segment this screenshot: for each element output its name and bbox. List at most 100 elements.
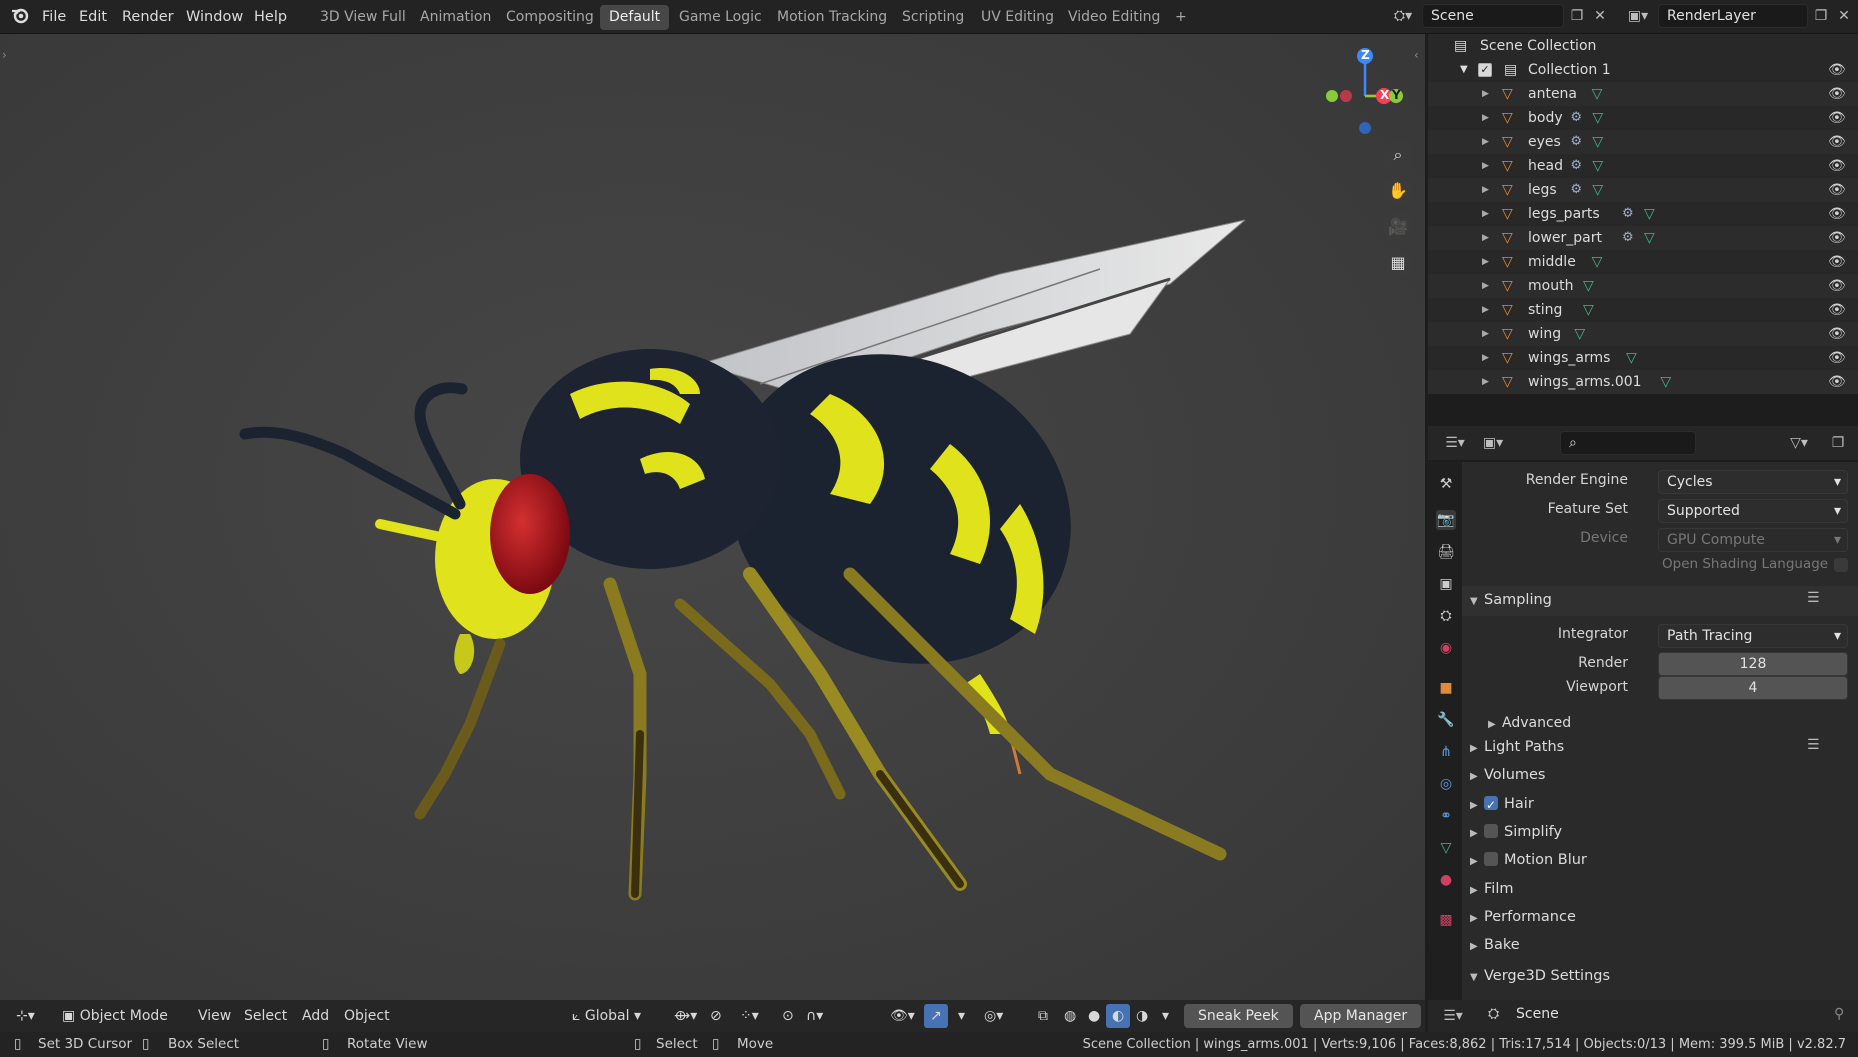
overlays-icon[interactable]: ◎▾ xyxy=(978,1004,1009,1028)
outliner-object-row[interactable]: ▶ ▽ legs_parts ⚙ ▽ 👁 xyxy=(1428,202,1858,226)
outliner-collection[interactable]: ▼ ✓ ▤ Collection 1 👁 xyxy=(1428,58,1858,82)
gizmo-dropdown-icon[interactable]: ▾ xyxy=(952,1004,971,1028)
menu-select[interactable]: Select xyxy=(238,1004,293,1028)
snap-target-icon[interactable]: ⁘▾ xyxy=(734,1004,765,1028)
tab-compositing[interactable]: Compositing xyxy=(497,5,603,30)
outliner-search-input[interactable]: ⌕ xyxy=(1560,431,1696,455)
constraints-tab-icon[interactable]: ⚭ xyxy=(1436,806,1456,826)
outliner-object-row[interactable]: ▶ ▽ eyes ⚙ ▽ 👁 xyxy=(1428,130,1858,154)
panel-header[interactable]: ▶ Volumes xyxy=(1470,763,1545,787)
modifier-icon[interactable]: ⚙ xyxy=(1570,106,1582,130)
mesh-data-icon[interactable]: ▽ xyxy=(1592,130,1603,154)
outliner-object-row[interactable]: ▶ ▽ head ⚙ ▽ 👁 xyxy=(1428,154,1858,178)
proportional-edit-icon[interactable]: ⊙ xyxy=(776,1004,800,1028)
integrator-dropdown[interactable]: Path Tracing ▾ xyxy=(1658,624,1848,648)
expand-arrow-icon[interactable]: ▼ xyxy=(1460,58,1468,82)
wireframe-shading-icon[interactable]: ◍ xyxy=(1058,1004,1082,1028)
eye-icon[interactable]: 👁 xyxy=(1828,250,1846,274)
physics-tab-icon[interactable]: ◎ xyxy=(1436,774,1456,794)
shading-dropdown-icon[interactable]: ▾ xyxy=(1156,1004,1175,1028)
feature-set-dropdown[interactable]: Supported ▾ xyxy=(1658,499,1848,523)
panel-header[interactable]: ▶ Simplify xyxy=(1470,820,1562,844)
menu-render[interactable]: Render xyxy=(122,6,174,28)
expand-arrow-icon[interactable]: ▶ xyxy=(1482,322,1489,346)
render-engine-dropdown[interactable]: Cycles ▾ xyxy=(1658,470,1848,494)
camera-view-icon[interactable]: 🎥 xyxy=(1383,212,1413,242)
expand-arrow-icon[interactable]: ▶ xyxy=(1482,178,1489,202)
new-scene-icon[interactable]: ❐ xyxy=(1566,4,1588,28)
scene-tab-icon[interactable]: ⛭ xyxy=(1436,606,1456,626)
outliner-object-row[interactable]: ▶ ▽ mouth ▽ 👁 xyxy=(1428,274,1858,298)
editor-type-icon[interactable]: ⊹▾ xyxy=(10,1004,41,1028)
view-layer-field[interactable]: RenderLayer xyxy=(1658,4,1808,28)
mesh-data-icon[interactable]: ▽ xyxy=(1644,202,1655,226)
eye-icon[interactable]: 👁 xyxy=(1828,154,1846,178)
eye-icon[interactable]: 👁 xyxy=(1828,298,1846,322)
rendered-shading-icon[interactable]: ◑ xyxy=(1130,1004,1154,1028)
mesh-data-icon[interactable]: ▽ xyxy=(1626,346,1637,370)
modifier-icon[interactable]: ⚙ xyxy=(1570,154,1582,178)
eye-icon[interactable]: 👁 xyxy=(1828,106,1846,130)
scene-icon[interactable]: ⛭▾ xyxy=(1388,4,1418,30)
expand-arrow-icon[interactable]: ▶ xyxy=(1482,370,1489,394)
pan-hand-icon[interactable]: ✋ xyxy=(1383,176,1413,206)
object-tab-icon[interactable]: ■ xyxy=(1436,678,1456,698)
menu-help[interactable]: Help xyxy=(254,6,287,28)
tab-game-logic[interactable]: Game Logic xyxy=(670,5,771,30)
eye-icon[interactable]: 👁 xyxy=(1828,322,1846,346)
sneak-peek-button[interactable]: Sneak Peek xyxy=(1184,1004,1293,1028)
add-workspace-button[interactable]: + xyxy=(1166,5,1196,30)
gizmo-toggle-icon[interactable]: ↗ xyxy=(924,1004,948,1028)
modifier-icon[interactable]: ⚙ xyxy=(1622,202,1634,226)
osl-checkbox[interactable] xyxy=(1834,558,1848,572)
device-dropdown[interactable]: GPU Compute ▾ xyxy=(1658,528,1848,552)
expand-arrow-icon[interactable]: ▶ xyxy=(1482,106,1489,130)
sampling-panel[interactable]: ▼ Sampling xyxy=(1470,588,1552,612)
menu-object[interactable]: Object xyxy=(338,1004,396,1028)
world-tab-icon[interactable]: ◉ xyxy=(1436,638,1456,658)
display-mode-icon[interactable]: ☰▾ xyxy=(1438,431,1472,455)
collection-checkbox[interactable]: ✓ xyxy=(1478,63,1492,77)
eye-icon[interactable]: 👁 xyxy=(1828,202,1846,226)
eye-icon[interactable]: 👁 xyxy=(1828,58,1846,82)
material-tab-icon[interactable]: ● xyxy=(1436,870,1456,890)
eye-icon[interactable]: 👁 xyxy=(1828,370,1846,394)
tab-video-editing[interactable]: Video Editing xyxy=(1059,5,1169,30)
panel-header[interactable]: ▶ Film xyxy=(1470,877,1513,901)
app-manager-button[interactable]: App Manager xyxy=(1300,1004,1422,1028)
outliner-object-row[interactable]: ▶ ▽ wing ▽ 👁 xyxy=(1428,322,1858,346)
menu-view[interactable]: View xyxy=(192,1004,237,1028)
ortho-grid-icon[interactable]: ▦ xyxy=(1383,248,1413,278)
render-tab-icon[interactable]: 📷 xyxy=(1436,510,1456,530)
snap-icon[interactable]: ⊘ xyxy=(704,1004,728,1028)
view-layer-tab-icon[interactable]: ▣ xyxy=(1436,574,1456,594)
modifier-icon[interactable]: ⚙ xyxy=(1622,226,1634,250)
view-layer-icon[interactable]: ▣▾ xyxy=(1620,4,1656,30)
expand-arrow-icon[interactable]: ▶ xyxy=(1482,250,1489,274)
panel-checkbox[interactable] xyxy=(1484,823,1498,838)
material-shading-icon[interactable]: ◐ xyxy=(1106,1004,1131,1028)
menu-add[interactable]: Add xyxy=(296,1004,335,1028)
expand-arrow-icon[interactable]: ▶ xyxy=(1482,154,1489,178)
visibility-icon[interactable]: 👁▾ xyxy=(884,1004,921,1028)
mesh-data-icon[interactable]: ▽ xyxy=(1660,370,1671,394)
eye-icon[interactable]: 👁 xyxy=(1828,130,1846,154)
outliner-object-row[interactable]: ▶ ▽ body ⚙ ▽ 👁 xyxy=(1428,106,1858,130)
3d-viewport[interactable]: › ‹ Z X Y ⌕ ✋ 🎥 ▦ xyxy=(0,34,1425,1032)
menu-file[interactable]: File xyxy=(42,6,66,28)
verge3d-panel[interactable]: ▼ Verge3D Settings xyxy=(1470,964,1610,988)
filter-icon[interactable]: ▽▾ xyxy=(1782,431,1816,455)
expand-arrow-icon[interactable]: ▶ xyxy=(1482,346,1489,370)
modifier-icon[interactable]: ⚙ xyxy=(1570,130,1582,154)
tool-tab-icon[interactable]: ⚒ xyxy=(1436,474,1456,494)
eye-icon[interactable]: 👁 xyxy=(1828,226,1846,250)
mesh-data-icon[interactable]: ▽ xyxy=(1592,178,1603,202)
panel-checkbox[interactable] xyxy=(1484,793,1498,817)
pin-icon[interactable]: ⚲ xyxy=(1834,1006,1844,1022)
advanced-subpanel[interactable]: ▶ Advanced xyxy=(1488,711,1571,735)
outliner-object-row[interactable]: ▶ ▽ legs ⚙ ▽ 👁 xyxy=(1428,178,1858,202)
mesh-data-icon[interactable]: ▽ xyxy=(1583,298,1594,322)
zoom-icon[interactable]: ⌕ xyxy=(1383,140,1413,170)
mesh-data-icon[interactable]: ▽ xyxy=(1583,274,1594,298)
modifier-icon[interactable]: ⚙ xyxy=(1570,178,1582,202)
